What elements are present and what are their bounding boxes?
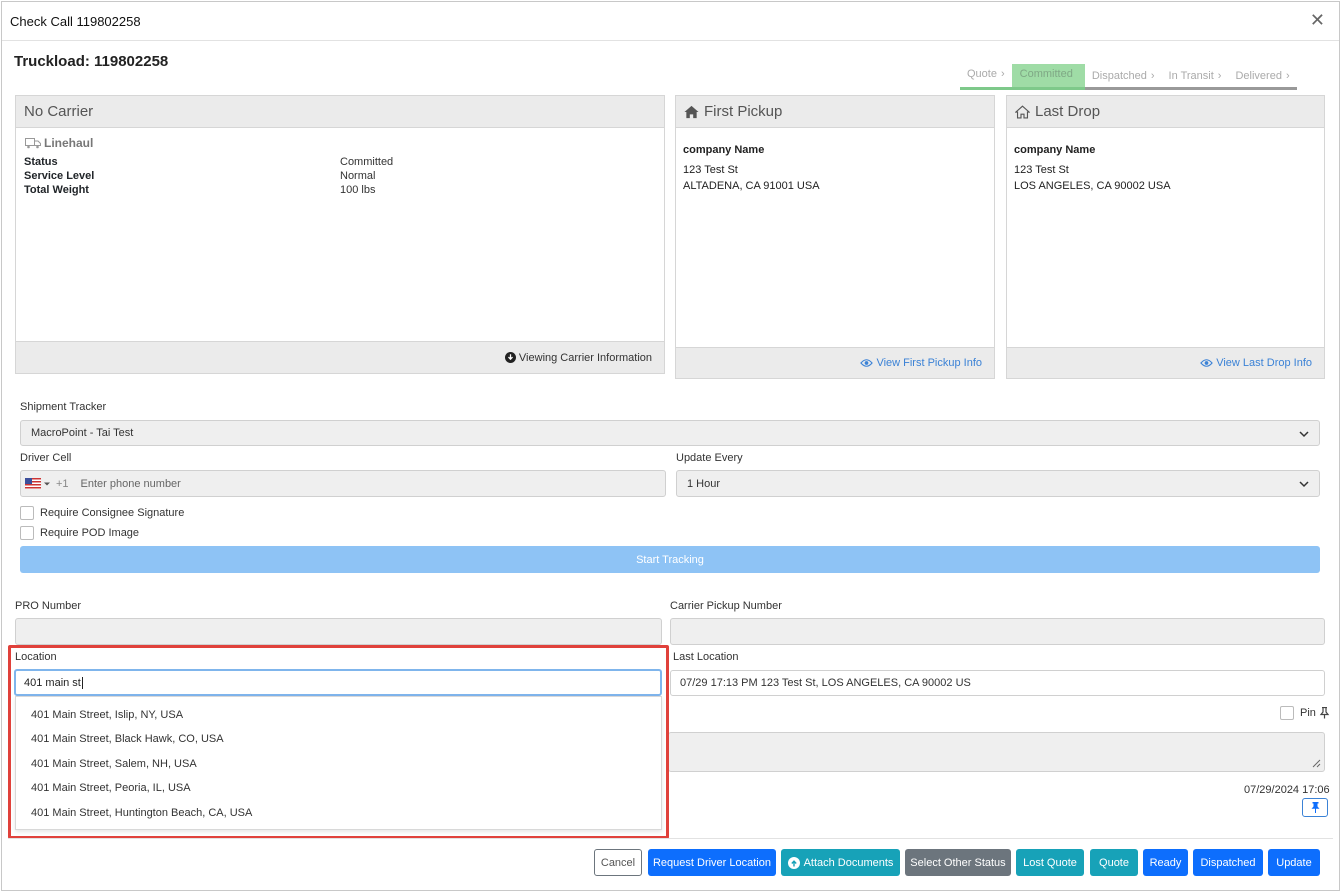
checkbox-box[interactable] (20, 506, 34, 520)
truck-icon (25, 138, 41, 149)
update-every-select[interactable]: 1 Hour (676, 470, 1320, 497)
pin-label: Pin (1300, 707, 1316, 719)
driver-cell-input[interactable]: +1 Enter phone number (20, 470, 666, 497)
chevron-down-icon (1299, 481, 1309, 488)
first-pickup-panel: First Pickup company Name 123 Test St AL… (675, 95, 995, 379)
carrier-title: No Carrier (24, 103, 94, 120)
chevron-right-icon: › (1217, 69, 1222, 82)
first-pickup-header: First Pickup (676, 96, 994, 128)
update-every-label: Update Every (676, 452, 743, 464)
us-flag-icon (25, 478, 41, 489)
suggestion-item[interactable]: 401 Main Street, Black Hawk, CO, USA (31, 733, 224, 745)
home-outline-icon (1015, 104, 1030, 118)
notes-timestamp: 07/29/2024 17:06 (1244, 784, 1330, 796)
location-value: 401 main st (24, 676, 81, 689)
phone-placeholder: Enter phone number (80, 477, 181, 490)
upload-circle-icon (787, 856, 800, 869)
last-drop-panel: Last Drop company Name 123 Test St LOS A… (1006, 95, 1325, 379)
last-location-value: 07/29 17:13 PM 123 Test St, LOS ANGELES,… (680, 677, 971, 689)
download-circle-icon (504, 352, 516, 363)
flag-dropdown[interactable] (25, 478, 51, 489)
update-button[interactable]: Update (1268, 849, 1320, 876)
checkbox-box[interactable] (20, 526, 34, 540)
chevron-right-icon: › (1150, 69, 1155, 82)
pro-number-input[interactable] (15, 618, 662, 645)
driver-cell-label: Driver Cell (20, 452, 72, 464)
last-drop-footer: View Last Drop Info (1007, 347, 1324, 378)
linehaul-label: Linehaul (44, 136, 94, 150)
cancel-button[interactable]: Cancel (594, 849, 642, 876)
carrier-panel-footer: Viewing Carrier Information (16, 341, 664, 373)
text-cursor (81, 676, 83, 689)
start-tracking-button[interactable]: Start Tracking (20, 546, 1320, 573)
checkbox-box[interactable] (1280, 706, 1294, 720)
attach-documents-label: Attach Documents (803, 856, 894, 869)
status-steps: Quote › Committed Dispatched › In Transit ›… (960, 64, 1297, 90)
require-signature-checkbox[interactable]: Require Consignee Signature (20, 506, 184, 520)
last-location-input[interactable]: 07/29 17:13 PM 123 Test St, LOS ANGELES,… (670, 670, 1325, 696)
location-input[interactable]: 401 main st (14, 669, 662, 696)
chevron-down-icon (1299, 431, 1309, 438)
pin-note-button[interactable] (1302, 798, 1328, 817)
first-pickup-address: company Name 123 Test St ALTADENA, CA 91… (683, 144, 820, 192)
footer-divider (8, 838, 1333, 839)
carrier-panel-header: No Carrier (16, 96, 664, 128)
truckload-title: Truckload: 119802258 (14, 53, 169, 70)
pushpin-icon (1311, 802, 1319, 813)
ready-button[interactable]: Ready (1143, 849, 1188, 876)
lost-quote-button[interactable]: Lost Quote (1016, 849, 1084, 876)
step-delivered: Delivered › (1235, 69, 1290, 82)
location-suggestions: 401 Main Street, Islip, NY, USA 401 Main… (15, 696, 662, 830)
chevron-right-icon: › (1000, 68, 1005, 80)
request-driver-location-button[interactable]: Request Driver Location (648, 849, 776, 876)
shipment-tracker-label: Shipment Tracker (20, 401, 107, 413)
pushpin-icon (1319, 707, 1330, 719)
close-icon[interactable]: ✕ (1310, 11, 1325, 29)
suggestion-item[interactable]: 401 Main Street, Islip, NY, USA (31, 709, 183, 721)
phone-country-code: +1 (56, 477, 69, 490)
eye-icon (860, 359, 874, 367)
caret-down-icon (44, 482, 50, 485)
modal-title: Check Call 119802258 (10, 13, 141, 29)
step-dispatched: Dispatched › (1091, 69, 1155, 82)
linehaul-section: Linehaul (25, 136, 93, 150)
view-last-drop-link[interactable]: View Last Drop Info (1200, 357, 1312, 369)
carrier-pickup-input[interactable] (670, 618, 1325, 645)
step-quote: Quote › (960, 64, 1012, 90)
carrier-pickup-label: Carrier Pickup Number (670, 600, 782, 612)
last-drop-title: Last Drop (1035, 103, 1101, 120)
attach-documents-button[interactable]: Attach Documents (781, 849, 900, 876)
chevron-right-icon: › (1285, 69, 1290, 82)
view-first-pickup-link[interactable]: View First Pickup Info (860, 357, 982, 369)
view-carrier-info-link[interactable]: Viewing Carrier Information (504, 352, 652, 364)
quote-button[interactable]: Quote (1090, 849, 1138, 876)
dispatched-button[interactable]: Dispatched (1193, 849, 1263, 876)
step-committed: Committed (1011, 64, 1085, 90)
update-every-value: 1 Hour (687, 477, 721, 490)
step-in-transit: In Transit › (1168, 69, 1222, 82)
last-drop-address: company Name 123 Test St LOS ANGELES, CA… (1014, 144, 1171, 192)
shipment-tracker-select[interactable]: MacroPoint - Tai Test (20, 420, 1320, 446)
last-location-label: Last Location (673, 651, 739, 663)
pin-checkbox[interactable]: Pin (1280, 706, 1330, 720)
require-pod-checkbox[interactable]: Require POD Image (20, 526, 139, 540)
pro-number-label: PRO Number (15, 600, 82, 612)
carrier-panel: No Carrier Linehaul Status Committed Serv… (15, 95, 665, 374)
require-signature-label: Require Consignee Signature (40, 507, 185, 519)
location-label: Location (15, 651, 57, 663)
home-icon (684, 105, 699, 118)
require-pod-label: Require POD Image (40, 527, 140, 539)
resize-handle-icon (1312, 759, 1321, 768)
first-pickup-title: First Pickup (704, 103, 783, 120)
modal-header: Check Call 119802258 ✕ (2, 2, 1339, 41)
last-drop-header: Last Drop (1007, 96, 1324, 128)
notes-textarea[interactable] (668, 732, 1325, 772)
first-pickup-footer: View First Pickup Info (676, 347, 994, 378)
suggestion-item[interactable]: 401 Main Street, Peoria, IL, USA (31, 782, 191, 794)
select-other-status-button[interactable]: Select Other Status (905, 849, 1011, 876)
suggestion-item[interactable]: 401 Main Street, Huntington Beach, CA, U… (31, 807, 252, 819)
shipment-tracker-value: MacroPoint - Tai Test (31, 427, 134, 439)
eye-icon (1200, 359, 1214, 367)
suggestion-item[interactable]: 401 Main Street, Salem, NH, USA (31, 758, 197, 770)
